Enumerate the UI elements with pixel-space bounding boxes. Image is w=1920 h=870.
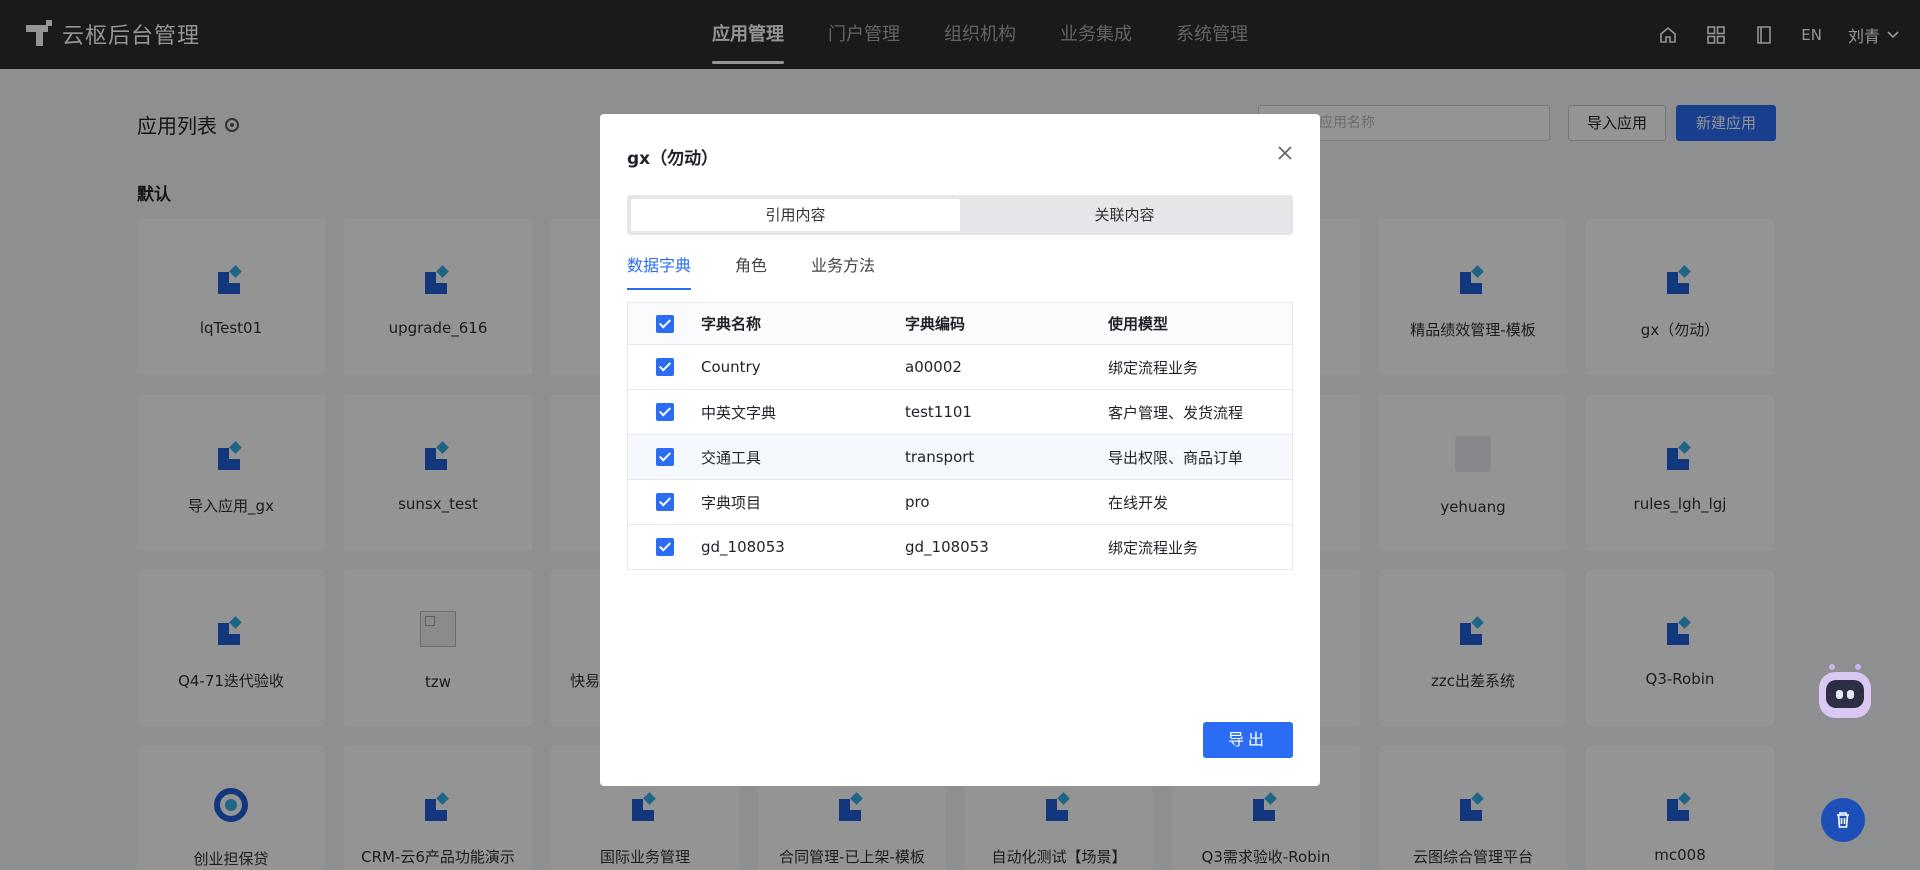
trash-icon[interactable]	[1821, 798, 1865, 842]
column-header-model: 使用模型	[1108, 315, 1169, 333]
table-row[interactable]: 交通工具 transport 导出权限、商品订单	[628, 434, 1292, 479]
table-row[interactable]: 中英文字典 test1101 客户管理、发货流程	[628, 389, 1292, 434]
column-header-code: 字典编码	[905, 315, 966, 333]
row-checkbox[interactable]	[655, 538, 674, 556]
dialog-tabs: 数据字典 角色 业务方法	[627, 252, 875, 290]
dict-model-cell: 导出权限、商品订单	[1108, 448, 1244, 467]
row-checkbox[interactable]	[655, 448, 674, 466]
dict-code-cell: transport	[905, 448, 975, 466]
row-checkbox[interactable]	[655, 493, 674, 511]
dict-model-cell: 绑定流程业务	[1108, 358, 1199, 377]
table-header-row: 字典名称 字典编码 使用模型	[628, 303, 1292, 344]
dict-code-cell: test1101	[905, 403, 972, 421]
dict-name-cell: gd_108053	[701, 538, 785, 556]
dict-name-cell: 字典项目	[701, 493, 762, 512]
segment-referenced-content[interactable]: 引用内容	[631, 199, 960, 231]
row-checkbox[interactable]	[655, 403, 674, 421]
dict-name-cell: 交通工具	[701, 448, 762, 467]
segment-related-content[interactable]: 关联内容	[960, 199, 1289, 231]
dict-model-cell: 在线开发	[1108, 493, 1169, 512]
dictionary-table: 字典名称 字典编码 使用模型 Country a00002 绑定流程业务 中英文…	[627, 302, 1293, 570]
dict-model-cell: 绑定流程业务	[1108, 538, 1199, 557]
dict-code-cell: pro	[905, 493, 930, 511]
dict-code-cell: a00002	[905, 358, 962, 376]
dict-code-cell: gd_108053	[905, 538, 989, 556]
export-button[interactable]: 导出	[1203, 722, 1293, 758]
table-row[interactable]: gd_108053 gd_108053 绑定流程业务	[628, 524, 1292, 569]
assistant-robot-icon[interactable]	[1817, 662, 1873, 722]
tab-business-methods[interactable]: 业务方法	[811, 252, 875, 290]
app-detail-dialog: gx（勿动） 引用内容 关联内容 数据字典 角色 业务方法 字典名称 字典编码 …	[600, 114, 1320, 786]
dialog-title: gx（勿动）	[627, 149, 719, 169]
table-row[interactable]: Country a00002 绑定流程业务	[628, 344, 1292, 389]
close-icon[interactable]	[1274, 142, 1296, 164]
dict-name-cell: Country	[701, 358, 761, 376]
table-row[interactable]: 字典项目 pro 在线开发	[628, 479, 1292, 524]
content-segmented-control: 引用内容 关联内容	[627, 195, 1293, 235]
tab-data-dictionary[interactable]: 数据字典	[627, 252, 692, 290]
dict-model-cell: 客户管理、发货流程	[1108, 403, 1244, 422]
dict-name-cell: 中英文字典	[701, 403, 777, 422]
select-all-checkbox[interactable]	[655, 314, 674, 333]
row-checkbox[interactable]	[655, 358, 674, 376]
column-header-name: 字典名称	[701, 315, 762, 333]
tab-roles[interactable]: 角色	[735, 252, 767, 290]
